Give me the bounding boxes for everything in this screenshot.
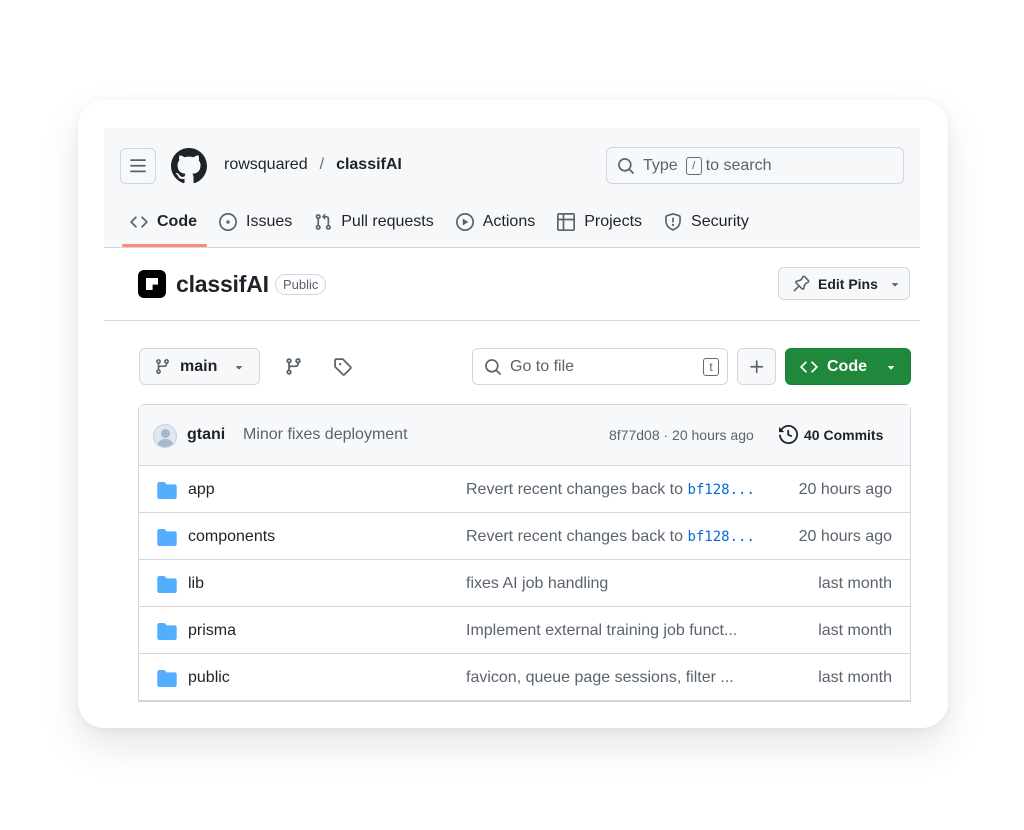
file-commit-message[interactable]: Implement external training job funct... xyxy=(466,622,756,640)
tab-issues[interactable]: Issues xyxy=(209,200,304,244)
commit-sha-link[interactable]: bf128... xyxy=(687,529,754,545)
tab-security[interactable]: Security xyxy=(654,200,761,244)
code-dropdown-button[interactable]: Code xyxy=(785,348,911,385)
commit-message[interactable]: Minor fixes deployment xyxy=(243,426,408,444)
search-shortcut-key: / xyxy=(685,156,702,175)
git-branch-icon xyxy=(156,359,169,374)
shield-icon xyxy=(665,213,681,231)
file-commit-message[interactable]: Revert recent changes back to bf128... xyxy=(466,528,756,546)
file-name-link[interactable]: components xyxy=(188,528,275,546)
global-search-input[interactable]: Type / to search xyxy=(606,147,904,184)
go-to-file-placeholder: Go to file xyxy=(510,357,575,375)
edit-pins-label: Edit Pins xyxy=(818,275,878,292)
repo-owner-avatar[interactable] xyxy=(138,270,166,298)
table-row: components Revert recent changes back to… xyxy=(139,513,910,560)
history-icon xyxy=(779,425,798,444)
github-logo-icon[interactable] xyxy=(171,148,207,184)
triangle-down-icon xyxy=(891,282,899,287)
github-repo-page: rowsquared / classifAI Type / to search … xyxy=(104,128,920,702)
tab-label: Actions xyxy=(482,213,536,230)
triangle-down-icon xyxy=(236,365,243,370)
tab-label: Issues xyxy=(246,213,293,230)
file-commit-message[interactable]: fixes AI job handling xyxy=(466,575,756,593)
go-to-file-shortcut-key: t xyxy=(703,358,719,376)
file-name-link[interactable]: public xyxy=(188,669,230,687)
tab-code[interactable]: Code xyxy=(120,200,209,247)
search-icon xyxy=(618,157,634,174)
repo-title[interactable]: classifAI xyxy=(176,271,269,298)
search-icon xyxy=(485,358,501,375)
breadcrumb-separator: / xyxy=(319,156,325,173)
file-commit-text: Revert recent changes back to xyxy=(466,481,688,498)
commits-history-link[interactable]: 40 Commits xyxy=(779,425,883,444)
file-commit-date: 20 hours ago xyxy=(798,528,892,545)
file-name-link[interactable]: app xyxy=(188,481,215,499)
folder-icon xyxy=(157,529,177,546)
table-row: public favicon, queue page sessions, fil… xyxy=(139,654,910,701)
pin-icon xyxy=(793,275,810,292)
latest-commit-row: gtani Minor fixes deployment 8f77d08 · 2… xyxy=(139,405,910,466)
folder-icon xyxy=(157,670,177,687)
edit-pins-button[interactable]: Edit Pins xyxy=(778,267,910,300)
file-commit-message[interactable]: favicon, queue page sessions, filter ... xyxy=(466,669,756,687)
file-commit-date: last month xyxy=(818,622,892,639)
table-icon xyxy=(557,213,576,231)
plus-icon xyxy=(749,359,763,373)
code-icon xyxy=(130,216,148,228)
file-commit-text: Revert recent changes back to xyxy=(466,528,688,545)
git-branch-icon[interactable] xyxy=(284,357,303,376)
tab-actions[interactable]: Actions xyxy=(446,200,547,244)
search-prefix-text: Type xyxy=(643,156,678,174)
file-commit-message[interactable]: Revert recent changes back to bf128... xyxy=(466,481,756,499)
avatar[interactable] xyxy=(153,424,177,448)
file-commit-date: 20 hours ago xyxy=(798,481,892,498)
add-file-button[interactable] xyxy=(737,348,776,385)
file-name-link[interactable]: prisma xyxy=(188,622,236,640)
commits-count: 40 Commits xyxy=(804,426,884,443)
search-suffix-text: to search xyxy=(705,156,772,174)
table-row: app Revert recent changes back to bf128.… xyxy=(139,466,910,513)
file-name-link[interactable]: lib xyxy=(188,575,204,593)
file-commit-date: last month xyxy=(818,575,892,592)
breadcrumb-owner[interactable]: rowsquared xyxy=(224,156,308,174)
commit-sha-time[interactable]: 8f77d08 · 20 hours ago xyxy=(609,427,754,443)
visibility-badge: Public xyxy=(275,274,327,295)
table-row: prisma Implement external training job f… xyxy=(139,607,910,654)
folder-icon xyxy=(157,482,177,499)
breadcrumb-repo[interactable]: classifAI xyxy=(336,156,402,174)
tag-icon[interactable] xyxy=(333,357,352,376)
commit-author[interactable]: gtani xyxy=(187,426,225,444)
hamburger-menu-button[interactable] xyxy=(120,148,156,184)
folder-icon xyxy=(157,623,177,640)
three-bars-icon xyxy=(130,159,146,173)
tab-pull-requests[interactable]: Pull requests xyxy=(304,200,446,244)
triangle-down-icon xyxy=(887,365,895,370)
breadcrumb: rowsquared / classifAI xyxy=(224,156,402,174)
issue-opened-icon xyxy=(219,213,237,231)
play-icon xyxy=(455,213,474,231)
repo-title-bar: classifAI Public Edit Pins xyxy=(104,249,920,321)
tab-label: Projects xyxy=(584,213,643,230)
file-browser-table: gtani Minor fixes deployment 8f77d08 · 2… xyxy=(138,404,911,702)
tab-label: Pull requests xyxy=(341,213,434,230)
commit-sha-link[interactable]: bf128... xyxy=(687,482,754,498)
branch-name: main xyxy=(180,357,218,375)
git-pull-request-icon xyxy=(315,213,332,230)
folder-icon xyxy=(157,576,177,593)
go-to-file-input[interactable]: Go to file t xyxy=(472,348,728,385)
app-header: rowsquared / classifAI Type / to search … xyxy=(104,128,920,248)
repo-nav-tabs: Code Issues Pull requests Actions Projec… xyxy=(120,200,761,247)
code-icon xyxy=(800,360,818,373)
tab-label: Security xyxy=(691,213,749,230)
tab-label: Code xyxy=(157,213,197,230)
file-commit-date: last month xyxy=(818,669,892,686)
branch-selector-button[interactable]: main xyxy=(139,348,260,385)
tab-projects[interactable]: Projects xyxy=(547,200,654,244)
code-button-label: Code xyxy=(827,357,867,375)
table-row: lib fixes AI job handling last month xyxy=(139,560,910,607)
